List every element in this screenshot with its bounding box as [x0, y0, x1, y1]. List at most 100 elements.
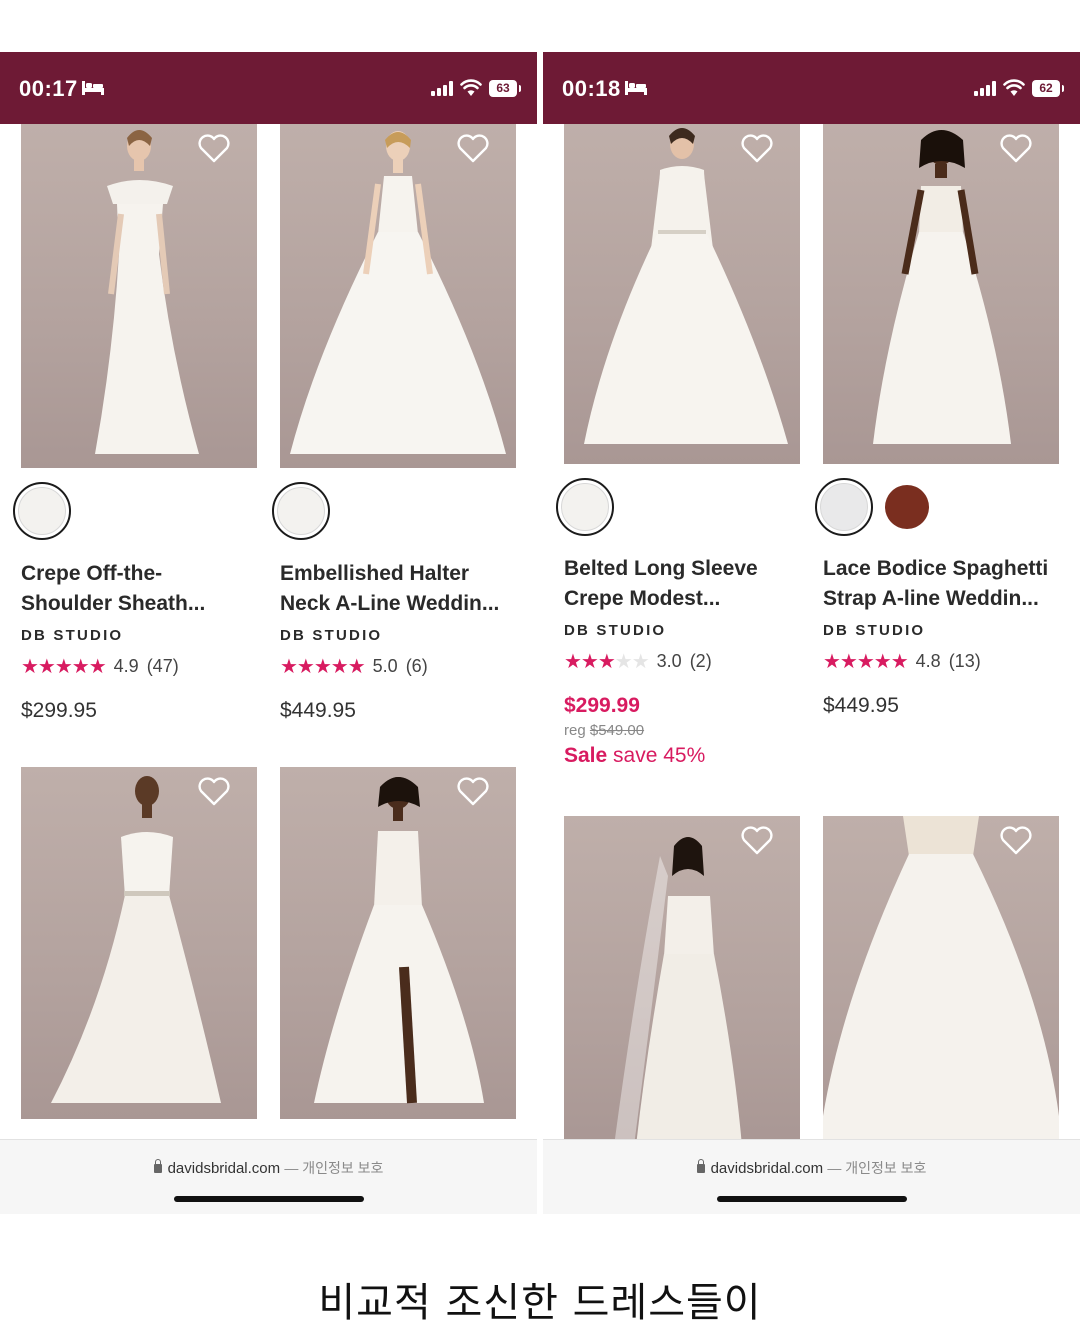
color-swatches	[556, 478, 614, 536]
dress-illustration	[614, 837, 742, 1146]
rating-value: 4.9	[113, 656, 139, 676]
home-indicator[interactable]	[716, 1196, 907, 1202]
reg-label: reg	[564, 722, 586, 739]
product-brand: DB STUDIO	[564, 622, 667, 639]
product-image[interactable]	[280, 767, 516, 1119]
left-screenshot: 00:17 63 Crepe Off-the- Shoulder Sheath.…	[0, 52, 537, 1214]
dress-illustration	[95, 130, 199, 454]
color-swatches	[272, 482, 330, 540]
star-rating-icon: ★★★★★	[564, 651, 650, 673]
color-swatch-selected[interactable]	[815, 478, 873, 536]
heart-icon[interactable]	[999, 826, 1033, 856]
signal-icon	[431, 80, 453, 96]
dress-illustration	[290, 131, 506, 454]
color-swatch-selected[interactable]	[556, 478, 614, 536]
product-name[interactable]: Crepe Off-the- Shoulder Sheath...	[21, 559, 261, 619]
product-name[interactable]: Belted Long Sleeve Crepe Modest...	[564, 554, 804, 614]
product-price: $299.95	[21, 699, 97, 722]
review-count: (2)	[689, 651, 712, 671]
product-name[interactable]: Lace Bodice Spaghetti Strap A-line Weddi…	[823, 554, 1063, 614]
save-percentage: save 45%	[613, 744, 706, 767]
privacy-label: — 개인정보 보호	[827, 1160, 927, 1176]
bed-icon	[625, 81, 647, 95]
privacy-label: — 개인정보 보호	[284, 1160, 384, 1176]
product-image[interactable]	[564, 124, 800, 464]
product-name-line[interactable]: Neck A-Line Weddin...	[280, 589, 520, 619]
color-swatches	[13, 482, 71, 540]
dress-illustration	[873, 130, 1011, 444]
product-name-line[interactable]: Belted Long Sleeve	[564, 554, 804, 584]
status-time: 00:18	[562, 76, 621, 101]
bed-icon	[82, 81, 104, 95]
wifi-icon	[1003, 79, 1025, 96]
product-rating: ★★★★★ 4.8 (13)	[823, 649, 981, 674]
status-time: 00:17	[19, 76, 78, 101]
caption-text: 비교적 조신한 드레스들이	[318, 1280, 762, 1326]
product-image[interactable]	[280, 124, 516, 468]
status-bar: 00:17 63	[0, 52, 537, 124]
product-image[interactable]	[21, 767, 257, 1119]
lock-icon	[153, 1159, 162, 1173]
product-image[interactable]	[21, 124, 257, 468]
heart-icon[interactable]	[456, 134, 490, 164]
color-swatch-selected[interactable]	[13, 482, 71, 540]
product-image[interactable]	[823, 816, 1059, 1146]
product-rating: ★★★★★ 4.9 (47)	[21, 654, 179, 679]
dress-illustration	[584, 128, 788, 444]
product-name-line[interactable]: Shoulder Sheath...	[21, 589, 261, 619]
product-name-line[interactable]: Embellished Halter	[280, 559, 520, 589]
heart-icon[interactable]	[197, 777, 231, 807]
color-swatches	[815, 478, 929, 536]
review-count: (13)	[948, 651, 981, 671]
browser-address-bar[interactable]: davidsbridal.com — 개인정보 보호	[543, 1139, 1080, 1214]
status-bar: 00:18 62	[543, 52, 1080, 124]
url-domain[interactable]: davidsbridal.com	[711, 1160, 824, 1177]
product-price: $449.95	[280, 699, 356, 722]
sale-price: $299.99	[564, 694, 640, 717]
right-screenshot: 00:18 62 Belted Long Sleeve Crepe Modest…	[543, 52, 1080, 1214]
product-name-line[interactable]: Crepe Off-the-	[21, 559, 261, 589]
product-name-line[interactable]: Strap A-line Weddin...	[823, 584, 1063, 614]
rating-value: 5.0	[372, 656, 398, 676]
star-rating-icon: ★★★★★	[280, 656, 366, 678]
url-display[interactable]: davidsbridal.com — 개인정보 보호	[543, 1158, 1080, 1178]
review-count: (6)	[405, 656, 428, 676]
heart-icon[interactable]	[740, 826, 774, 856]
heart-icon[interactable]	[456, 777, 490, 807]
product-image[interactable]	[564, 816, 800, 1146]
rating-value: 3.0	[656, 651, 682, 671]
product-rating: ★★★★★ 3.0 (2)	[564, 649, 712, 674]
browser-address-bar[interactable]: davidsbridal.com — 개인정보 보호	[0, 1139, 537, 1214]
signal-icon	[974, 80, 996, 96]
product-name-line[interactable]: Lace Bodice Spaghetti	[823, 554, 1063, 584]
color-swatch-selected[interactable]	[272, 482, 330, 540]
heart-icon[interactable]	[999, 134, 1033, 164]
product-name[interactable]: Embellished Halter Neck A-Line Weddin...	[280, 559, 520, 619]
heart-icon[interactable]	[197, 134, 231, 164]
star-rating-icon: ★★★★★	[21, 656, 107, 678]
dress-illustration	[823, 816, 1059, 1146]
battery-icon: 63	[489, 79, 521, 97]
sale-word: Sale	[564, 744, 608, 767]
reg-price-value: $549.00	[589, 722, 645, 739]
product-price: $449.95	[823, 694, 899, 717]
dress-illustration	[314, 777, 484, 1104]
lock-icon	[696, 1159, 705, 1173]
product-rating: ★★★★★ 5.0 (6)	[280, 654, 428, 679]
product-brand: DB STUDIO	[280, 627, 383, 644]
review-count: (47)	[146, 656, 179, 676]
wifi-icon	[460, 79, 482, 96]
sale-badge: Sale save 45%	[564, 744, 705, 768]
regular-price: reg $549.00	[564, 722, 644, 739]
product-name-line[interactable]: Crepe Modest...	[564, 584, 804, 614]
product-image[interactable]	[823, 124, 1059, 464]
rating-value: 4.8	[915, 651, 941, 671]
home-indicator[interactable]	[173, 1196, 364, 1202]
color-swatch[interactable]	[885, 485, 929, 529]
url-display[interactable]: davidsbridal.com — 개인정보 보호	[0, 1158, 537, 1178]
url-domain[interactable]: davidsbridal.com	[168, 1160, 281, 1177]
product-brand: DB STUDIO	[21, 627, 124, 644]
product-brand: DB STUDIO	[823, 622, 926, 639]
heart-icon[interactable]	[740, 134, 774, 164]
battery-icon: 62	[1032, 79, 1064, 97]
